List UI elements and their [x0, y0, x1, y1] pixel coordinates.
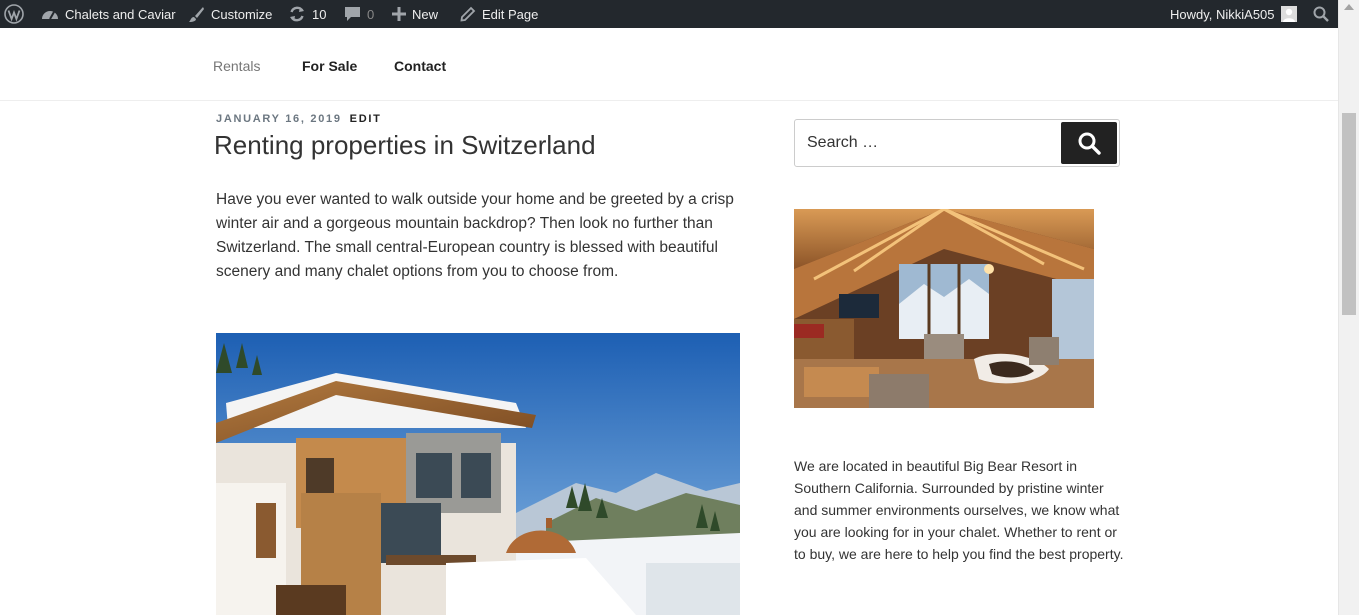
- search-form: [794, 119, 1120, 167]
- search-input[interactable]: [796, 121, 1058, 165]
- site-name-label: Chalets and Caviar: [65, 6, 176, 22]
- comments-count: 0: [367, 6, 375, 22]
- main-navigation: Rentals For Sale Contact: [0, 28, 1338, 101]
- post-date[interactable]: JANUARY 16, 2019: [216, 113, 342, 125]
- post-edit-link[interactable]: EDIT: [350, 113, 382, 125]
- pencil-icon: [460, 6, 476, 22]
- updates-icon: [290, 6, 304, 22]
- chalet-interior-image: [794, 209, 1094, 408]
- post-title: Renting properties in Switzerland: [214, 130, 596, 160]
- updates-count: 10: [312, 6, 327, 22]
- user-icon: [1282, 8, 1295, 22]
- comment-icon: [345, 7, 360, 21]
- howdy-label: Howdy, NikkiA505: [1170, 6, 1275, 22]
- new-content-menu[interactable]: New: [392, 0, 438, 28]
- nav-item-rentals[interactable]: Rentals: [213, 58, 260, 74]
- page-scrollbar[interactable]: [1338, 0, 1359, 615]
- my-account-menu[interactable]: Howdy, NikkiA505: [1170, 0, 1297, 28]
- wordpress-logo-button[interactable]: [4, 0, 24, 28]
- avatar: [1280, 6, 1297, 22]
- admin-bar: Chalets and Caviar Customize 10 0 New Ed…: [0, 0, 1338, 28]
- edit-page-link[interactable]: Edit Page: [460, 0, 538, 28]
- updates-link[interactable]: 10: [288, 0, 326, 28]
- sidebar-about-text: We are located in beautiful Big Bear Res…: [794, 458, 1124, 562]
- comments-link[interactable]: 0: [344, 0, 374, 28]
- search-icon: [1078, 132, 1101, 155]
- site-name-menu[interactable]: Chalets and Caviar: [41, 0, 176, 28]
- admin-search-button[interactable]: [1313, 0, 1329, 28]
- plus-icon: [392, 7, 406, 21]
- scroll-up-arrow-icon[interactable]: [1344, 4, 1354, 10]
- edit-page-label: Edit Page: [482, 6, 539, 22]
- dashboard-icon: [42, 11, 58, 20]
- post-body: Have you ever wanted to walk outside you…: [216, 191, 734, 280]
- nav-item-for-sale[interactable]: For Sale: [302, 58, 357, 74]
- chalet-exterior-image: [216, 333, 740, 615]
- post-meta: JANUARY 16, 2019 EDIT: [216, 113, 382, 125]
- new-label: New: [412, 6, 439, 22]
- search-icon: [1313, 6, 1329, 22]
- scrollbar-thumb[interactable]: [1342, 113, 1356, 315]
- customize-label: Customize: [211, 6, 273, 22]
- search-submit-button[interactable]: [1061, 122, 1117, 164]
- paintbrush-icon: [189, 6, 204, 22]
- wordpress-icon: [4, 4, 24, 24]
- nav-item-contact[interactable]: Contact: [394, 58, 446, 74]
- customize-link[interactable]: Customize: [188, 0, 272, 28]
